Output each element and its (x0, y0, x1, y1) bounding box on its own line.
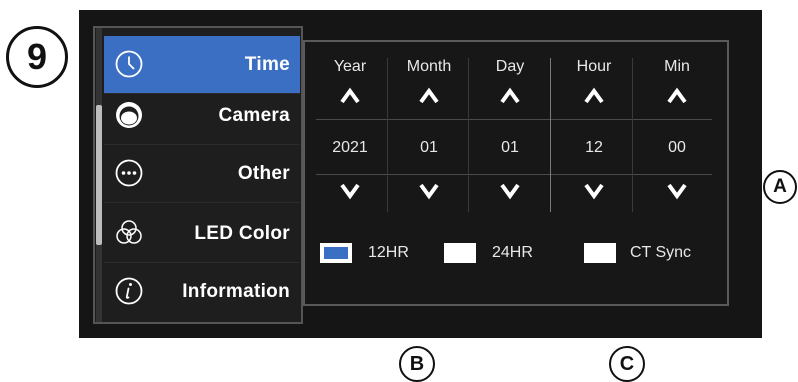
sidebar-item-led-color[interactable]: LED Color (104, 205, 300, 263)
min-increment-button[interactable] (640, 87, 714, 109)
day-value: 01 (501, 139, 519, 156)
year-header: Year (333, 58, 367, 75)
hour-value: 12 (585, 139, 603, 156)
chevron-up-icon (667, 87, 687, 104)
min-decrement-button[interactable] (640, 182, 714, 204)
sidebar-item-label: LED Color (194, 223, 290, 244)
column-divider (632, 58, 633, 212)
sidebar-item-other[interactable]: Other (104, 145, 300, 203)
sidebar-item-information[interactable]: Information (104, 263, 300, 321)
hour-increment-button[interactable] (557, 87, 631, 109)
sidebar-item-label: Information (182, 281, 290, 302)
more-dots-icon (115, 159, 143, 187)
year-increment-button[interactable] (313, 87, 387, 109)
checkbox-checked-fill (324, 247, 348, 259)
day-header: Day (495, 58, 525, 75)
24hr-label: 24HR (492, 244, 533, 261)
sidebar-scrollbar-thumb[interactable] (96, 105, 102, 245)
column-divider (387, 58, 388, 212)
hour-header: Hour (576, 58, 612, 75)
date-time-divider (550, 58, 551, 212)
sidebar-item-time[interactable]: Time (104, 36, 300, 94)
chevron-down-icon (667, 183, 687, 200)
camera-icon (116, 102, 142, 128)
chevron-up-icon (584, 87, 604, 104)
month-header: Month (406, 58, 452, 75)
info-icon (115, 277, 143, 305)
sidebar-item-label: Other (237, 163, 290, 184)
sidebar-item-label: Time (244, 54, 290, 75)
column-divider (468, 58, 469, 212)
time-settings-panel (303, 40, 729, 306)
day-increment-button[interactable] (473, 87, 547, 109)
ct-sync-checkbox[interactable] (584, 243, 616, 263)
step-number-callout: 9 (6, 26, 68, 88)
chevron-up-icon (419, 87, 439, 104)
year-value: 2021 (332, 139, 368, 156)
year-decrement-button[interactable] (313, 182, 387, 204)
month-increment-button[interactable] (392, 87, 466, 109)
color-circles-icon (116, 220, 142, 244)
chevron-down-icon (340, 183, 360, 200)
chevron-up-icon (340, 87, 360, 104)
chevron-up-icon (500, 87, 520, 104)
callout-a: A (763, 170, 797, 204)
12hr-checkbox[interactable] (320, 243, 352, 263)
sidebar-item-camera[interactable]: Camera (104, 87, 300, 145)
day-decrement-button[interactable] (473, 182, 547, 204)
chevron-down-icon (419, 183, 439, 200)
sidebar-item-label: Camera (218, 105, 290, 126)
chevron-down-icon (500, 183, 520, 200)
12hr-label: 12HR (368, 244, 409, 261)
callout-c: C (609, 346, 645, 382)
divider (316, 174, 712, 175)
min-value: 00 (668, 139, 686, 156)
hour-decrement-button[interactable] (557, 182, 631, 204)
divider (316, 119, 712, 120)
callout-b: B (399, 346, 435, 382)
chevron-down-icon (584, 183, 604, 200)
month-decrement-button[interactable] (392, 182, 466, 204)
clock-icon (115, 50, 143, 78)
month-value: 01 (420, 139, 438, 156)
ct-sync-label: CT Sync (630, 244, 692, 261)
min-header: Min (664, 58, 690, 75)
24hr-checkbox[interactable] (444, 243, 476, 263)
